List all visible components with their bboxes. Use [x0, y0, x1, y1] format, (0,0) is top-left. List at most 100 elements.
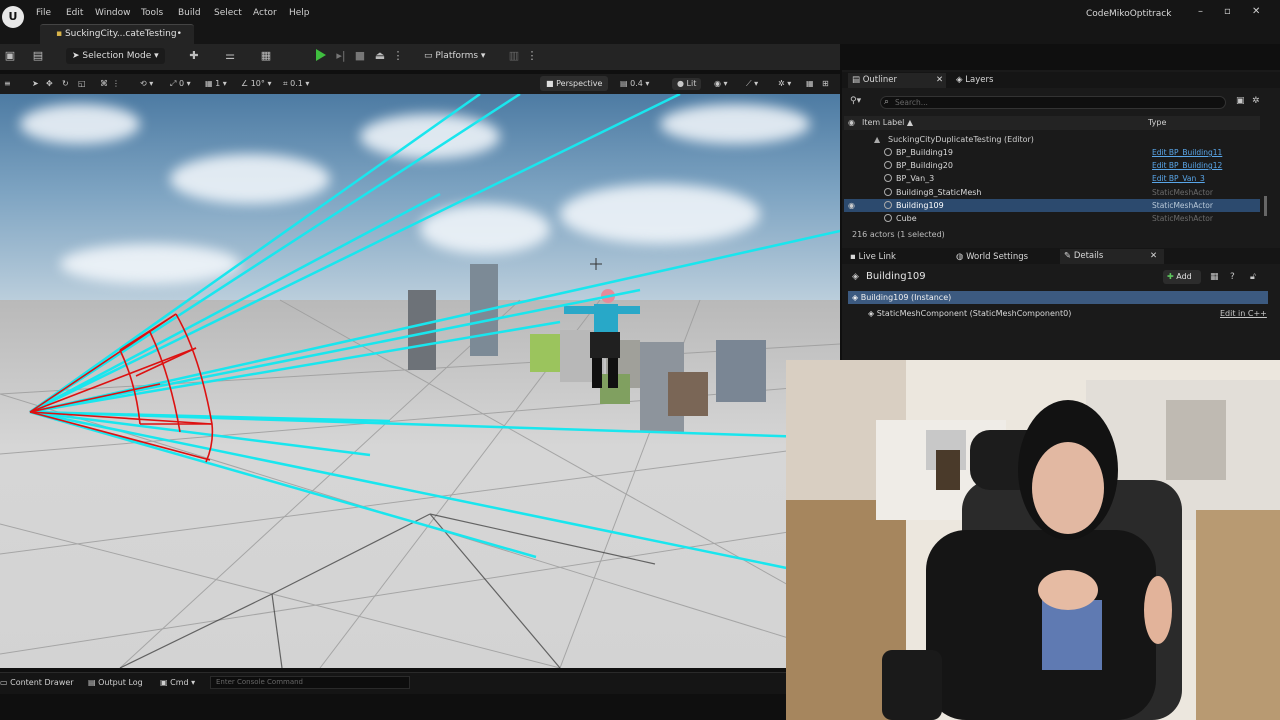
cinematics-icon[interactable]: ▦ — [258, 49, 274, 63]
menu-edit[interactable]: Edit — [66, 8, 83, 18]
add-component-button[interactable]: ✚ Add — [1163, 270, 1201, 284]
output-log-button[interactable]: ▤ Output Log — [88, 677, 143, 689]
blueprint-icon[interactable]: ⚌ — [222, 49, 238, 63]
outliner-row-selected[interactable]: ◉ Building109 StaticMeshActor — [844, 199, 1260, 212]
outliner-row[interactable]: BP_Building19 Edit BP_Building11 — [844, 146, 1260, 159]
tab-outliner[interactable]: ▤ Outliner ✕ — [848, 73, 946, 88]
viewport-menu-icon[interactable]: ≡ — [4, 78, 11, 90]
outliner-search-input[interactable]: Search... — [880, 96, 1226, 109]
col-item-label[interactable]: Item Label ▲ — [862, 118, 913, 127]
menu-help[interactable]: Help — [289, 8, 310, 18]
realtime-icon[interactable]: ⟋ ▾ — [746, 78, 758, 90]
building — [668, 372, 708, 416]
lit-dropdown[interactable]: ● Lit — [672, 78, 702, 90]
visibility-header-icon[interactable]: ◉ — [848, 118, 855, 127]
chevron-down-icon: ▾ — [151, 51, 159, 61]
content-browser-icon[interactable]: ▤ — [30, 49, 46, 63]
tab-details[interactable]: ✎ Details ✕ — [1060, 249, 1164, 264]
selection-mode-dropdown[interactable]: ➤ Selection Mode ▾ — [66, 48, 165, 64]
viewport-settings-icon[interactable]: ✲ ▾ — [778, 78, 791, 90]
static-mesh-icon: ◈ — [868, 309, 877, 318]
kebab-icon[interactable]: ⋮ — [112, 78, 120, 90]
rotate-tool-icon[interactable]: ↻ — [62, 78, 69, 90]
platforms-dropdown[interactable]: ▭ Platforms ▾ — [424, 49, 485, 63]
menu-file[interactable]: File — [36, 8, 51, 18]
rotation-snap-toggle[interactable]: ⤢ 0 ▾ — [170, 78, 191, 90]
row-type: StaticMeshActor — [1152, 214, 1213, 222]
level-viewport[interactable] — [0, 94, 840, 668]
play-button[interactable] — [316, 49, 326, 61]
level-tab[interactable]: ▪ SuckingCity...cateTesting• — [40, 24, 194, 44]
stop-icon[interactable]: ■ — [352, 49, 368, 63]
outliner-row[interactable]: ▲ SuckingCityDuplicateTesting (Editor) — [844, 133, 1260, 146]
grid-snap-toggle[interactable]: ▦ 1 ▾ — [205, 78, 227, 90]
kebab-icon[interactable]: ⋮ — [524, 49, 540, 63]
blueprint-icon[interactable]: ▦ — [1210, 272, 1219, 282]
edit-blueprint-link[interactable]: Edit BP_Building12 — [1152, 159, 1222, 172]
details-title: Building109 — [866, 271, 926, 282]
angle-snap-toggle[interactable]: ∠ 10° ▾ — [241, 78, 271, 90]
platforms-icon: ▭ — [424, 51, 436, 61]
outliner-row[interactable]: Cube StaticMeshActor — [844, 212, 1260, 222]
minimize-icon[interactable]: – — [1198, 6, 1203, 17]
surface-snap-icon[interactable]: ⌘ — [100, 78, 108, 90]
edit-blueprint-link[interactable]: Edit BP_Van_3 — [1152, 172, 1205, 185]
outliner-row[interactable]: Building8_StaticMesh StaticMeshActor — [844, 186, 1260, 199]
close-icon[interactable]: ✕ — [936, 73, 943, 87]
menu-tools[interactable]: Tools — [141, 8, 163, 18]
actor-icon: ◈ — [852, 293, 861, 302]
layout-icon[interactable]: ▦ — [806, 78, 814, 90]
edit-in-cpp-link[interactable]: Edit in C++ — [1220, 307, 1267, 320]
lock-icon[interactable]: 🔓︎ — [1250, 272, 1256, 282]
scale-tool-icon[interactable]: ◱ — [78, 78, 86, 90]
menu-window[interactable]: Window — [95, 8, 131, 18]
add-actor-icon[interactable]: ✚ — [186, 49, 202, 63]
component-row[interactable]: ◈ StaticMeshComponent (StaticMeshCompone… — [848, 307, 1268, 320]
tab-layers[interactable]: ◈ Layers — [956, 73, 993, 87]
world-local-icon[interactable]: ⟲ ▾ — [140, 78, 153, 90]
camera-speed-dropdown[interactable]: ▤ 0.4 ▾ — [620, 78, 649, 90]
content-drawer-button[interactable]: ▭ Content Drawer — [0, 677, 74, 689]
step-icon[interactable]: ▸| — [333, 49, 349, 63]
building — [716, 340, 766, 402]
menu-select[interactable]: Select — [214, 8, 242, 18]
tab-world-settings[interactable]: ◍ World Settings — [956, 250, 1028, 264]
settings-icon[interactable]: ✲ — [1252, 96, 1260, 106]
tab-live-link[interactable]: ▪ Live Link — [850, 250, 896, 264]
static-mesh-icon — [884, 201, 892, 209]
perspective-dropdown[interactable]: ■ Perspective — [540, 76, 609, 91]
menu-actor[interactable]: Actor — [253, 8, 277, 18]
close-window-icon[interactable]: ✕ — [1252, 6, 1260, 17]
settings-icon[interactable]: ▥ — [506, 49, 522, 63]
save-icon[interactable]: ▣ — [2, 49, 18, 63]
add-folder-icon[interactable]: ▣ — [1236, 96, 1245, 106]
unreal-logo-icon[interactable]: U — [2, 6, 24, 28]
col-type[interactable]: Type — [1148, 118, 1166, 127]
menu-build[interactable]: Build — [178, 8, 201, 18]
help-icon[interactable]: ? — [1230, 272, 1235, 282]
scale-snap-toggle[interactable]: ⌗ 0.1 ▾ — [283, 78, 309, 90]
cmd-dropdown[interactable]: ▣ Cmd ▾ — [160, 677, 195, 689]
edit-blueprint-link[interactable]: Edit BP_Building11 — [1152, 146, 1222, 159]
close-icon[interactable]: ✕ — [1150, 249, 1157, 263]
eye-icon[interactable]: ◉ — [848, 199, 855, 212]
chevron-down-icon: ▾ — [478, 51, 486, 61]
crosshair-icon — [590, 258, 602, 270]
more-options-icon[interactable]: ⋮ — [390, 49, 406, 63]
maximize-viewport-icon[interactable]: ⊞ — [822, 78, 829, 90]
outliner-scrollbar[interactable] — [1264, 196, 1267, 216]
instance-row[interactable]: ◈ Building109 (Instance) — [848, 291, 1268, 304]
actor-icon — [884, 148, 892, 156]
filter-icon[interactable]: ⚲▾ — [850, 96, 861, 106]
actor-icon — [884, 161, 892, 169]
console-input[interactable]: Enter Console Command — [210, 676, 410, 689]
outliner-row[interactable]: BP_Van_3 Edit BP_Van_3 — [844, 172, 1260, 185]
maximize-icon[interactable]: ▫ — [1224, 6, 1231, 17]
show-flags-icon[interactable]: ◉ ▾ — [714, 78, 728, 90]
angle-snap-value: 10° — [250, 79, 265, 88]
eject-icon[interactable]: ⏏ — [372, 49, 388, 63]
select-tool-icon[interactable]: ➤ — [32, 78, 39, 90]
move-tool-icon[interactable]: ✥ — [46, 78, 53, 90]
row-label: Cube — [896, 214, 917, 222]
outliner-row[interactable]: BP_Building20 Edit BP_Building12 — [844, 159, 1260, 172]
